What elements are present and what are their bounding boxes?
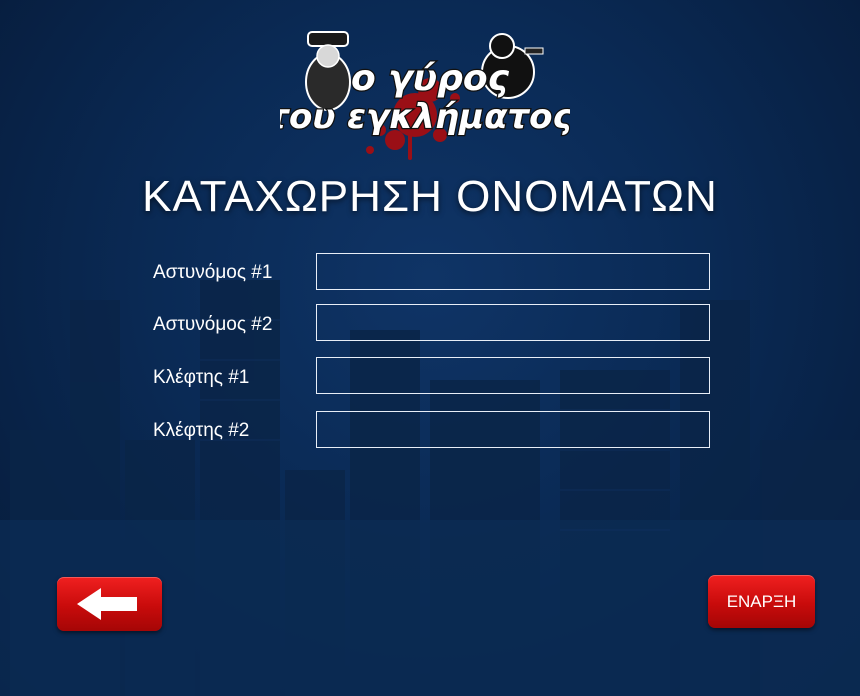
label-thief-2: Κλέφτης #2 bbox=[153, 420, 250, 441]
logo-line1: ο γύρος bbox=[351, 58, 510, 99]
police-2-name-input[interactable] bbox=[316, 304, 710, 341]
page-title: ΚΑΤΑΧΩΡΗΣΗ ΟΝΟΜΑΤΩΝ bbox=[142, 172, 718, 221]
game-logo: ο γύρος του εγκλήματος bbox=[280, 31, 570, 160]
thief-2-name-input[interactable] bbox=[316, 411, 710, 448]
label-police-1: Αστυνόμος #1 bbox=[153, 262, 273, 283]
label-police-2: Αστυνόμος #2 bbox=[153, 314, 273, 335]
start-button[interactable]: ΕΝΑΡΞΗ bbox=[708, 575, 815, 628]
label-thief-1: Κλέφτης #1 bbox=[153, 367, 250, 388]
start-button-label: ΕΝΑΡΞΗ bbox=[726, 591, 797, 611]
back-button[interactable] bbox=[57, 577, 162, 631]
arrow-left-icon bbox=[77, 588, 137, 620]
thief-1-name-input[interactable] bbox=[316, 357, 710, 394]
logo-line2: του εγκλήματος bbox=[280, 97, 570, 137]
police-1-name-input[interactable] bbox=[316, 253, 710, 290]
